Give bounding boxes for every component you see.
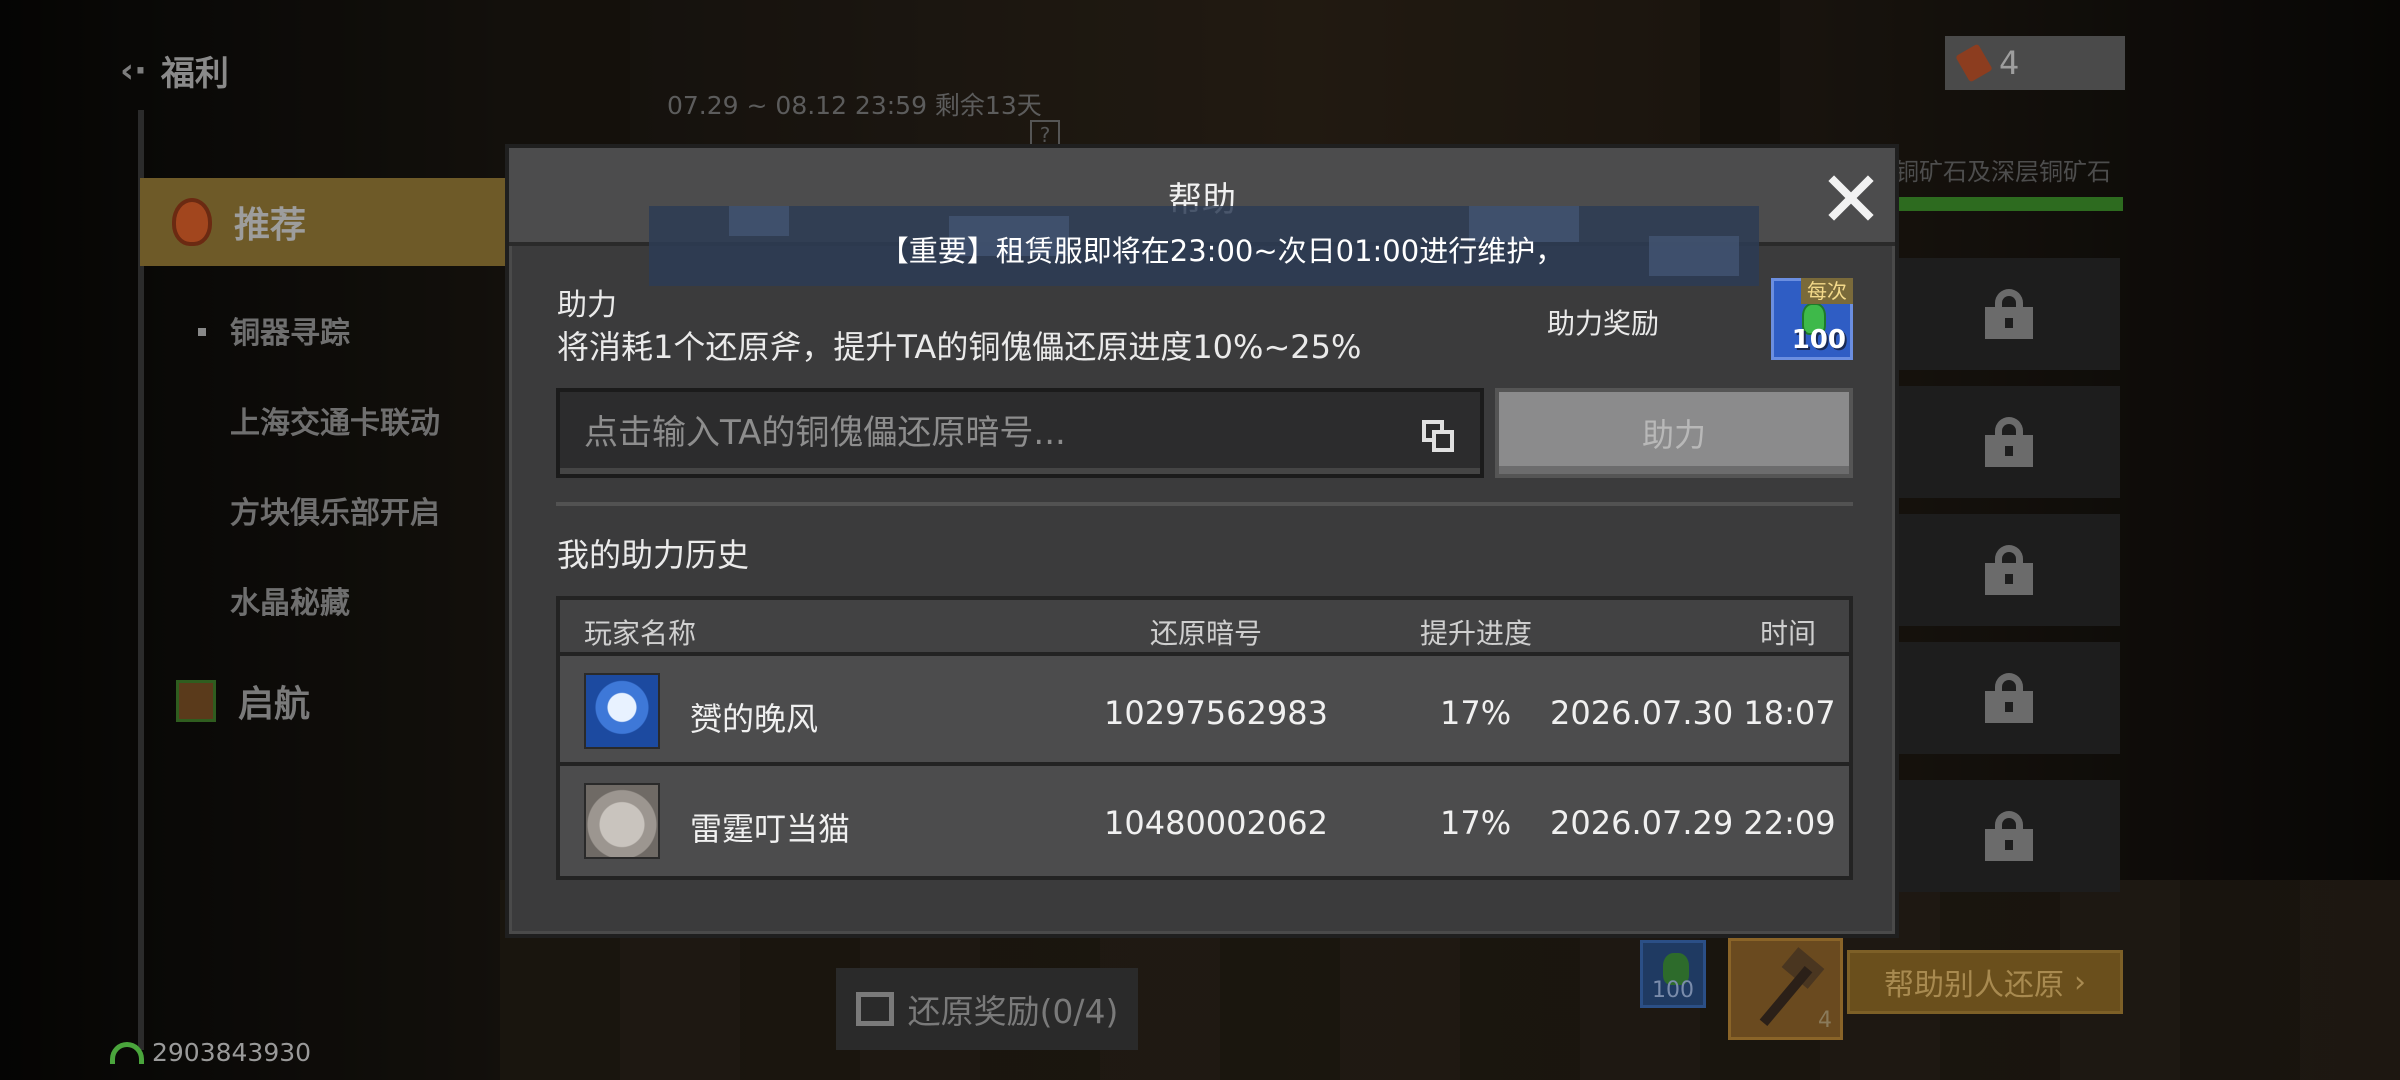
nav-item-sail[interactable]: 启航: [176, 675, 310, 727]
avatar: [584, 673, 660, 749]
locked-slot[interactable]: [1898, 780, 2120, 892]
close-icon[interactable]: [1823, 170, 1877, 224]
table-row: 赟的晚风 10297562983 17% 2026.07.30 18:07: [560, 656, 1849, 766]
axe-count: 4: [1999, 44, 2020, 82]
assist-time: 2026.07.29 22:09: [1550, 804, 1836, 842]
ore-description: 铜矿石及深层铜矿石: [1895, 158, 2111, 186]
flame-icon: [172, 198, 212, 246]
nav-subitem-shanghai-card[interactable]: 上海交通卡联动: [230, 398, 440, 442]
active-dot-icon: [198, 328, 206, 336]
restore-reward-label: 还原奖励(0/4): [907, 992, 1119, 1031]
maintenance-notice: 【重要】租赁服即将在23:00~次日01:00进行维护，: [879, 234, 1565, 268]
help-others-label: 帮助别人还原: [1884, 968, 2064, 1003]
player-name: 雷霆叮当猫: [690, 810, 851, 848]
table-row: 雷霆叮当猫 10480002062 17% 2026.07.29 22:09: [560, 766, 1849, 876]
divider: [556, 502, 1853, 506]
table-header: 玩家名称 还原暗号 提升进度 时间: [560, 600, 1849, 656]
axe-counter: 4: [1945, 36, 2125, 90]
wifi-icon: [110, 1041, 144, 1064]
nav-item-label: 启航: [238, 684, 311, 725]
reward-gem-badge: 100: [1640, 940, 1706, 1008]
locked-slot[interactable]: [1898, 642, 2120, 754]
progress-value: 17%: [1440, 804, 1512, 842]
restore-reward-button[interactable]: 还原奖励(0/4): [836, 968, 1138, 1050]
locked-slot[interactable]: [1898, 258, 2120, 370]
axe-button[interactable]: 4: [1728, 938, 1843, 1040]
lock-icon: [1985, 545, 2033, 595]
locked-slot[interactable]: [1898, 386, 2120, 498]
reward-label: 助力奖励: [1547, 307, 1660, 340]
restore-code: 10297562983: [1104, 694, 1328, 732]
reward-per-tag: 每次: [1801, 278, 1853, 304]
reward-amount: 100: [1791, 325, 1846, 355]
back-label: 福利: [160, 54, 229, 94]
code-input[interactable]: [584, 413, 1404, 453]
player-name: 赟的晚风: [690, 700, 819, 738]
lock-icon: [1985, 289, 2033, 339]
help-modal: 帮助 【重要】租赁服即将在23:00~次日01:00进行维护， 助力 将消耗1个…: [505, 144, 1899, 938]
assist-button[interactable]: 助力: [1495, 388, 1853, 478]
user-id: 2903843930: [152, 1038, 312, 1067]
locked-slot[interactable]: [1898, 514, 2120, 626]
lock-icon: [1985, 811, 2033, 861]
back-button[interactable]: ‹· 福利: [120, 46, 229, 95]
help-others-button[interactable]: 帮助别人还原 ›: [1847, 950, 2123, 1014]
progress-value: 17%: [1440, 694, 1512, 732]
lock-icon: [1985, 673, 2033, 723]
back-arrow-icon: ‹·: [120, 50, 147, 91]
chevron-right-icon: ›: [2074, 964, 2086, 1000]
event-date-range: 07.29 ~ 08.12 23:59 剩余13天: [667, 91, 1042, 120]
assist-description: 将消耗1个还原斧，提升TA的铜傀儡还原进度10%~25%: [557, 328, 1362, 366]
reward-gem-count: 100: [1652, 978, 1694, 1003]
column-header-code: 还原暗号: [1150, 617, 1263, 650]
progress-bar: [1897, 197, 2123, 211]
axe-icon: [1955, 43, 1993, 83]
chest-icon: [855, 992, 894, 1026]
assist-heading: 助力: [557, 288, 617, 323]
nav-subitem-block-club[interactable]: 方块俱乐部开启: [230, 488, 440, 532]
paste-icon[interactable]: [1422, 420, 1454, 452]
lock-icon: [1985, 417, 2033, 467]
restore-code: 10480002062: [1104, 804, 1328, 842]
nav-item-recommend[interactable]: 推荐: [140, 178, 510, 266]
avatar: [584, 783, 660, 859]
column-header-progress: 提升进度: [1420, 617, 1533, 650]
column-header-player: 玩家名称: [584, 617, 697, 650]
gift-icon: [176, 680, 216, 722]
history-table: 玩家名称 还原暗号 提升进度 时间 赟的晚风 10297562983 17% 2…: [556, 596, 1853, 880]
nav-item-label: 推荐: [234, 205, 307, 246]
axe-handle-icon: [1759, 965, 1813, 1027]
nav-subitem-copper-trace[interactable]: 铜器寻踪: [230, 308, 350, 352]
nav-subitem-crystal[interactable]: 水晶秘藏: [230, 578, 350, 622]
code-input-field[interactable]: [556, 388, 1484, 478]
reward-item: 每次 100: [1771, 278, 1853, 360]
network-status: 2903843930: [110, 1038, 311, 1067]
assist-time: 2026.07.30 18:07: [1550, 694, 1836, 732]
column-header-time: 时间: [1760, 617, 1817, 650]
history-title: 我的助力历史: [557, 536, 750, 574]
axe-button-count: 4: [1818, 1008, 1832, 1033]
